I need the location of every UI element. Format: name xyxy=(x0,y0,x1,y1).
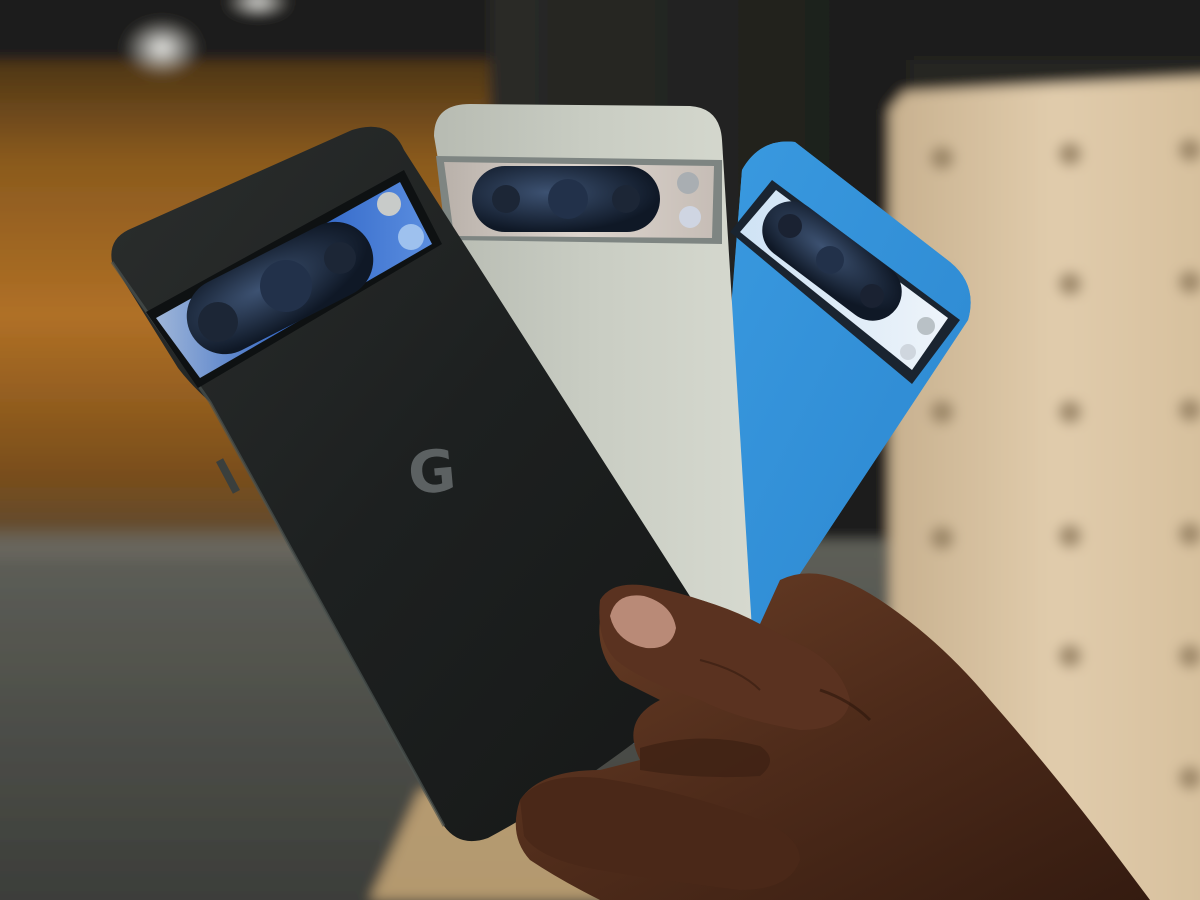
flash-black xyxy=(377,192,401,216)
photo-scene: G xyxy=(0,0,1200,900)
google-g-logo: G xyxy=(405,436,458,508)
camera-bar-sage xyxy=(436,156,722,244)
flash-sage xyxy=(677,172,699,194)
ceiling-light-1 xyxy=(124,20,200,76)
logo-letter: G xyxy=(405,436,458,508)
flash-blue xyxy=(917,317,935,335)
photo-canvas: G xyxy=(0,0,1200,900)
